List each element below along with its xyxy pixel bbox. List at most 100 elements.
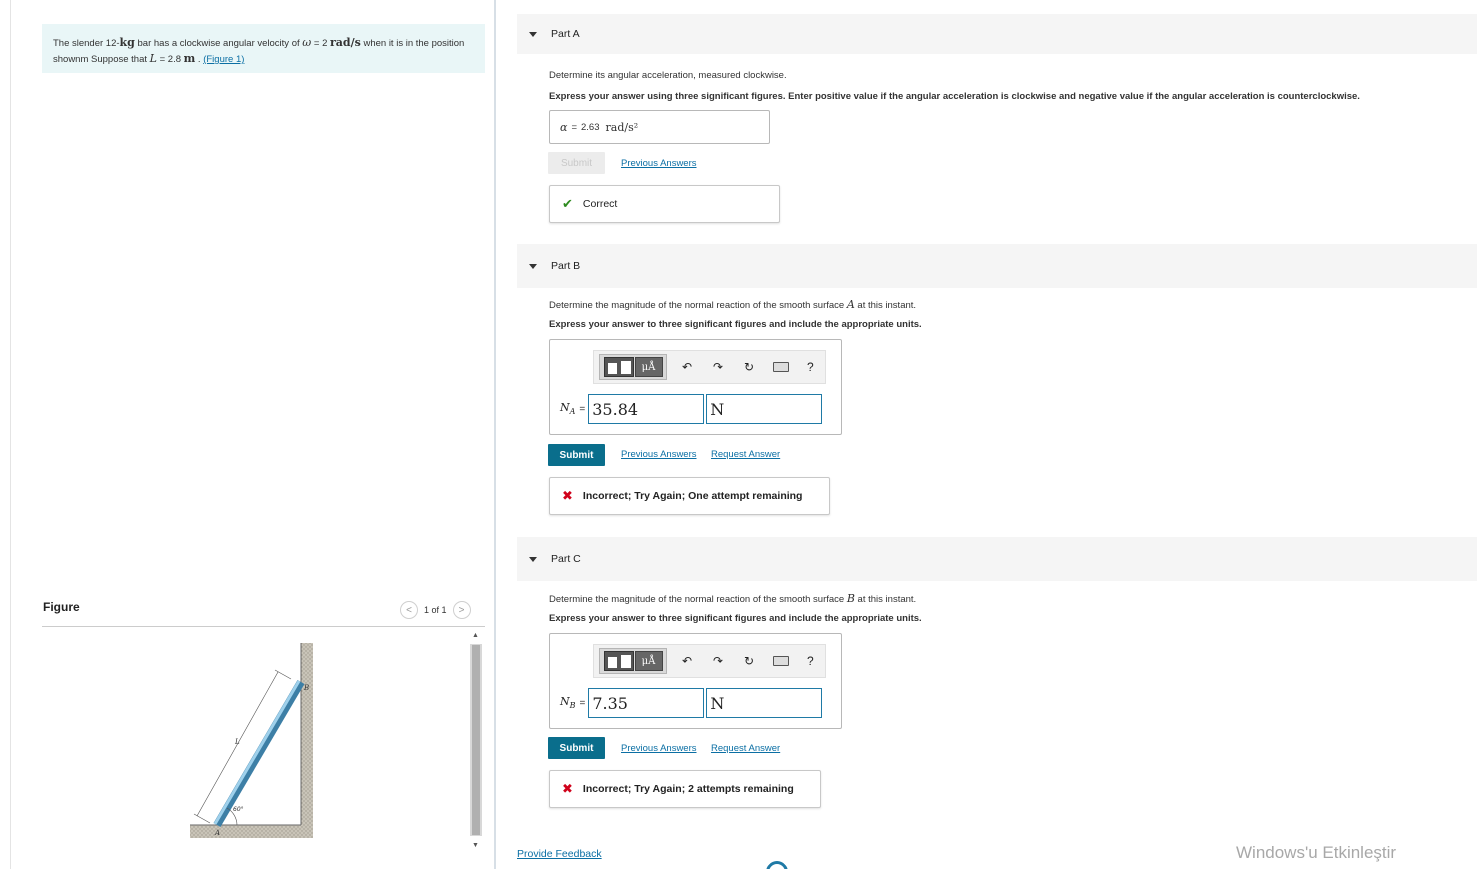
redo-icon[interactable]: ↷ bbox=[707, 360, 729, 374]
keyboard-icon[interactable] bbox=[773, 362, 789, 372]
question-text: Determine the magnitude of the normal re… bbox=[549, 594, 847, 605]
length-label: L bbox=[234, 738, 240, 746]
length-unit: m bbox=[183, 52, 196, 65]
bar-highlight bbox=[213, 680, 301, 825]
variable-subscript: B bbox=[569, 701, 576, 711]
scroll-up-icon[interactable]: ▲ bbox=[472, 632, 479, 639]
keyboard-icon[interactable] bbox=[773, 656, 789, 666]
units-icon[interactable]: μÅ bbox=[634, 357, 663, 377]
equals-sign: = bbox=[579, 403, 586, 415]
help-icon[interactable]: ? bbox=[807, 654, 814, 668]
math-toolbar: μÅ ↶ ↷ ↻ ? bbox=[593, 350, 826, 384]
reset-icon[interactable]: ↻ bbox=[738, 360, 760, 374]
part-a-instruction: Express your answer using three signific… bbox=[549, 91, 1360, 102]
part-b-title: Part B bbox=[551, 260, 581, 272]
provide-feedback-link[interactable]: Provide Feedback bbox=[517, 848, 602, 860]
toolbar-template-group: μÅ bbox=[599, 354, 667, 380]
mass-unit: kg bbox=[119, 36, 135, 49]
part-b-unit-input[interactable]: N bbox=[706, 394, 823, 424]
part-c-previous-answers-link[interactable]: Previous Answers bbox=[621, 743, 697, 754]
figure-divider bbox=[42, 626, 485, 627]
variable-main: N bbox=[560, 401, 570, 415]
part-b-question: Determine the magnitude of the normal re… bbox=[549, 298, 916, 311]
part-b-request-answer-link[interactable]: Request Answer bbox=[711, 449, 780, 460]
loading-spinner-icon bbox=[761, 856, 793, 869]
part-a-answer-unit: rad/s² bbox=[605, 120, 639, 134]
cross-icon: ✖ bbox=[562, 488, 573, 503]
part-c-instruction: Express your answer to three significant… bbox=[549, 613, 922, 624]
part-c-header[interactable]: Part C bbox=[517, 537, 1477, 581]
collapse-triangle-icon bbox=[529, 263, 537, 269]
dimension-tick bbox=[193, 813, 211, 824]
part-c-feedback-text: Incorrect; Try Again; 2 attempts remaini… bbox=[582, 783, 794, 795]
part-c-feedback: ✖ Incorrect; Try Again; 2 attempts remai… bbox=[549, 770, 821, 808]
part-b-feedback-text: Incorrect; Try Again; One attempt remain… bbox=[582, 490, 803, 502]
surface-symbol: A bbox=[846, 298, 855, 311]
part-c-unit-input[interactable]: N bbox=[706, 688, 823, 718]
figure-link[interactable]: (Figure 1) bbox=[203, 54, 244, 65]
undo-icon[interactable]: ↶ bbox=[676, 360, 698, 374]
part-b-input-row: NA = 35.84 N bbox=[560, 394, 823, 424]
angle-label: 60° bbox=[233, 806, 244, 813]
part-a-feedback: ✔ Correct bbox=[549, 185, 780, 223]
scroll-thumb[interactable] bbox=[472, 645, 480, 835]
left-page-edge bbox=[10, 0, 11, 869]
question-text: Determine the magnitude of the normal re… bbox=[549, 300, 847, 311]
part-b-submit-button[interactable]: Submit bbox=[548, 444, 605, 466]
part-c-request-answer-link[interactable]: Request Answer bbox=[711, 743, 780, 754]
part-c-value-input[interactable]: 7.35 bbox=[588, 688, 705, 718]
variable-main: N bbox=[560, 695, 570, 709]
part-c-question: Determine the magnitude of the normal re… bbox=[549, 592, 916, 605]
part-b-header[interactable]: Part B bbox=[517, 244, 1477, 288]
part-a-previous-answers-link[interactable]: Previous Answers bbox=[621, 158, 697, 169]
part-c-submit-button[interactable]: Submit bbox=[548, 737, 605, 759]
chevron-right-icon: > bbox=[458, 604, 465, 616]
pane-divider[interactable] bbox=[494, 0, 496, 869]
part-c-answer-editor: μÅ ↶ ↷ ↻ ? NB = 7.35 N bbox=[549, 633, 842, 729]
part-a-title: Part A bbox=[551, 28, 580, 40]
part-a-submit-button[interactable]: Submit bbox=[548, 152, 605, 174]
checkmark-icon: ✔ bbox=[562, 196, 573, 211]
question-text: at this instant. bbox=[854, 594, 917, 605]
part-a-header[interactable]: Part A bbox=[517, 14, 1477, 54]
next-figure-button[interactable]: > bbox=[452, 601, 471, 619]
length-symbol: L bbox=[149, 52, 157, 65]
alpha-symbol: α bbox=[560, 120, 568, 134]
part-a-answer-value: 2.63 bbox=[581, 121, 600, 133]
omega-symbol: ω bbox=[302, 36, 312, 49]
equals-sign: = bbox=[571, 121, 577, 133]
problem-text: = 2.8 bbox=[156, 54, 184, 65]
bar-figure: 60° L A B bbox=[190, 643, 313, 838]
reset-icon[interactable]: ↻ bbox=[738, 654, 760, 668]
help-icon[interactable]: ? bbox=[807, 360, 814, 374]
figure-pager: < 1 of 1 > bbox=[400, 601, 471, 619]
units-icon[interactable]: μÅ bbox=[634, 651, 663, 671]
figure-scrollbar[interactable]: ▲ ▼ bbox=[470, 630, 482, 860]
redo-icon[interactable]: ↷ bbox=[707, 654, 729, 668]
templates-icon[interactable] bbox=[603, 357, 634, 377]
collapse-triangle-icon bbox=[529, 31, 537, 37]
equals-sign: = bbox=[579, 697, 586, 709]
prev-figure-button[interactable]: < bbox=[400, 601, 418, 619]
problem-text: The slender 12- bbox=[53, 38, 120, 49]
part-b-answer-editor: μÅ ↶ ↷ ↻ ? NA = 35.84 N bbox=[549, 339, 842, 435]
cross-icon: ✖ bbox=[562, 781, 573, 796]
chevron-left-icon: < bbox=[406, 604, 412, 616]
part-b-instruction: Express your answer to three significant… bbox=[549, 319, 922, 330]
undo-icon[interactable]: ↶ bbox=[676, 654, 698, 668]
omega-unit: rad/s bbox=[330, 36, 361, 49]
part-a-question: Determine its angular acceleration, meas… bbox=[549, 70, 787, 81]
part-a-feedback-text: Correct bbox=[582, 198, 618, 210]
part-c-input-row: NB = 7.35 N bbox=[560, 688, 823, 718]
part-c-title: Part C bbox=[551, 553, 581, 565]
variable-subscript: A bbox=[569, 407, 576, 417]
question-text: at this instant. bbox=[854, 300, 917, 311]
figure-title: Figure bbox=[43, 600, 80, 614]
part-b-value-input[interactable]: 35.84 bbox=[588, 394, 705, 424]
part-b-previous-answers-link[interactable]: Previous Answers bbox=[621, 449, 697, 460]
figure-page-count: 1 of 1 bbox=[424, 605, 447, 615]
templates-icon[interactable] bbox=[603, 651, 634, 671]
problem-text: = 2 bbox=[311, 38, 330, 49]
point-b-label: B bbox=[303, 684, 309, 692]
scroll-down-icon[interactable]: ▼ bbox=[472, 842, 479, 849]
